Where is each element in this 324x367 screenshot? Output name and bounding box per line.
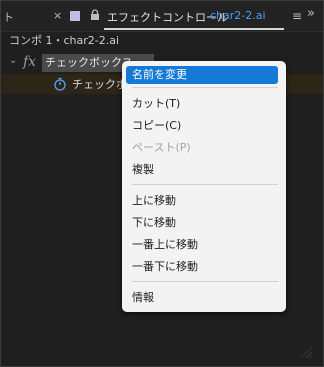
menu-item-paste: ペースト(P) xyxy=(132,141,191,154)
expand-panels-icon[interactable]: » xyxy=(307,6,315,21)
effect-controls-panel: ト × エフェクトコントロール char2-2.ai ≡ » コンポ 1・cha… xyxy=(0,0,324,367)
menu-item-cut[interactable]: カット(T) xyxy=(122,95,286,113)
menu-item-rename[interactable]: 名前を変更 xyxy=(126,66,278,84)
stopwatch-icon[interactable] xyxy=(53,77,67,91)
panel-tab-bar: ト × エフェクトコントロール char2-2.ai ≡ » xyxy=(1,1,323,32)
chevron-down-icon[interactable]: ⌄ xyxy=(9,55,17,66)
lock-icon[interactable] xyxy=(89,9,101,21)
menu-item-move-up[interactable]: 上に移動 xyxy=(122,192,286,210)
menu-item-info[interactable]: 情報 xyxy=(122,289,286,307)
menu-item-move-to-top[interactable]: 一番上に移動 xyxy=(122,236,286,254)
menu-separator xyxy=(132,87,278,88)
menu-item-copy[interactable]: コピー(C) xyxy=(122,117,286,135)
context-menu: 名前を変更 カット(T) コピー(C) ペースト(P) 複製 上に移動 下に移動… xyxy=(122,61,286,312)
breadcrumb: コンポ 1・char2-2.ai xyxy=(9,34,120,47)
tab-comp-name[interactable]: char2-2.ai xyxy=(210,9,266,22)
close-tab-icon[interactable]: × xyxy=(53,9,62,22)
menu-separator xyxy=(132,281,278,282)
resize-grip-icon[interactable] xyxy=(299,345,313,359)
panel-menu-icon[interactable]: ≡ xyxy=(292,9,302,23)
adjacent-tab-label[interactable]: ト xyxy=(3,9,14,25)
fx-icon[interactable]: fx xyxy=(23,54,36,70)
menu-item-move-to-bottom[interactable]: 一番下に移動 xyxy=(122,258,286,276)
menu-separator xyxy=(132,184,278,185)
parameter-label: チェックボ xyxy=(72,78,127,91)
menu-item-duplicate[interactable]: 複製 xyxy=(122,161,286,179)
active-tab-indicator xyxy=(104,28,284,30)
menu-item-move-down[interactable]: 下に移動 xyxy=(122,214,286,232)
label-color-swatch[interactable] xyxy=(70,11,80,21)
